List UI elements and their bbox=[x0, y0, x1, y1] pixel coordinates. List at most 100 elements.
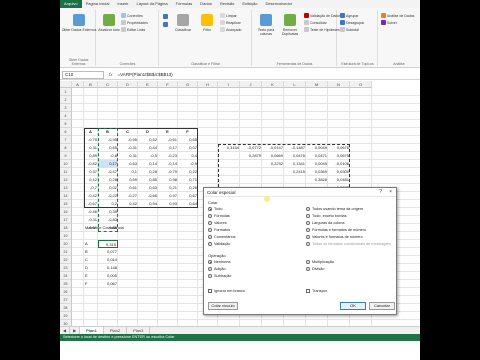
row-header-10[interactable]: 10 bbox=[60, 160, 72, 168]
validation-button[interactable]: Validação de Dados bbox=[304, 13, 341, 18]
tab-review[interactable]: Revisão bbox=[216, 0, 238, 8]
matrix-cell[interactable]: 0,0475 bbox=[284, 152, 306, 160]
covariance-value[interactable]: 0,148 bbox=[98, 264, 118, 272]
table-cell[interactable]: 0,97 bbox=[158, 192, 178, 200]
table-cell[interactable]: 0,12 bbox=[84, 176, 98, 184]
matrix-cell[interactable]: 0,0669 bbox=[262, 152, 284, 160]
refresh-all-button[interactable]: Atualizar tudo bbox=[98, 14, 120, 32]
filter-button[interactable]: Filtro bbox=[198, 14, 216, 32]
matrix-cell[interactable]: 0,0481 bbox=[328, 176, 350, 184]
tab-data[interactable]: Dados bbox=[196, 0, 216, 8]
covariance-value[interactable]: 0,014 bbox=[98, 256, 118, 264]
column-header-c[interactable]: C bbox=[98, 81, 118, 88]
row-header-20[interactable]: 20 bbox=[60, 240, 72, 248]
column-header-g[interactable]: G bbox=[178, 81, 198, 88]
paste-option[interactable]: Formatos bbox=[208, 228, 230, 232]
row-header-2[interactable]: 2 bbox=[60, 96, 72, 104]
table-cell[interactable]: 0,28 bbox=[98, 176, 118, 184]
table-cell[interactable]: -0,31 bbox=[118, 144, 138, 152]
row-header-6[interactable]: 6 bbox=[60, 128, 72, 136]
row-header-14[interactable]: 14 bbox=[60, 192, 72, 200]
table-cell[interactable]: -0,67 bbox=[84, 200, 98, 208]
row-header-24[interactable]: 24 bbox=[60, 272, 72, 280]
tab-page-layout[interactable]: Layout da Página bbox=[132, 0, 171, 8]
row-header-27[interactable]: 27 bbox=[60, 296, 72, 304]
row-header-29[interactable]: 29 bbox=[60, 312, 72, 320]
table-cell[interactable]: -0,95 bbox=[118, 136, 138, 144]
column-header-j[interactable]: J bbox=[240, 81, 262, 88]
paste-link-button[interactable]: Colar vínculo bbox=[208, 302, 238, 310]
row-header-4[interactable]: 4 bbox=[60, 112, 72, 120]
tab-view[interactable]: Exibição bbox=[238, 0, 261, 8]
table-cell[interactable]: -0,8 bbox=[98, 152, 118, 160]
table-cell[interactable]: 0,35 bbox=[98, 208, 118, 216]
table-cell[interactable]: 0,31 bbox=[118, 152, 138, 160]
matrix-cell[interactable]: 0,0471 bbox=[306, 152, 328, 160]
paste-option[interactable]: Subtração bbox=[208, 274, 231, 278]
table-cell[interactable]: 0,65 bbox=[98, 144, 118, 152]
row-header-22[interactable]: 22 bbox=[60, 256, 72, 264]
table-cell[interactable]: 0,67 bbox=[178, 192, 198, 200]
table-cell[interactable]: 0,85 bbox=[138, 176, 158, 184]
matrix-cell[interactable]: 0,3154 bbox=[218, 144, 240, 152]
table-header-cell[interactable]: A bbox=[84, 128, 98, 136]
consolidate-button[interactable]: Consolidar bbox=[304, 20, 327, 25]
table-cell[interactable]: -0,47 bbox=[98, 168, 118, 176]
table-cell[interactable]: 0,21 bbox=[158, 184, 178, 192]
row-header-12[interactable]: 12 bbox=[60, 176, 72, 184]
table-cell[interactable]: -0,11 bbox=[84, 216, 98, 224]
table-cell[interactable]: 0,94 bbox=[138, 200, 158, 208]
matrix-cell[interactable]: 0,1341 bbox=[284, 160, 306, 168]
column-header-m[interactable]: M bbox=[306, 81, 328, 88]
row-header-9[interactable]: 9 bbox=[60, 152, 72, 160]
name-box[interactable]: C10 bbox=[62, 70, 104, 79]
tab-developer[interactable]: Desenvolvedor bbox=[261, 0, 296, 8]
text-to-columns-button[interactable]: Texto para colunas bbox=[255, 14, 277, 36]
table-cell[interactable]: -0,14 bbox=[158, 160, 178, 168]
table-cell[interactable]: 0,22 bbox=[178, 168, 198, 176]
advanced-filter-button[interactable]: Avançado bbox=[220, 27, 242, 32]
row-header-8[interactable]: 8 bbox=[60, 144, 72, 152]
sort-az-button[interactable] bbox=[163, 14, 168, 19]
matrix-cell[interactable]: 0,0300 bbox=[328, 168, 350, 176]
paste-option[interactable]: Nenhuma bbox=[208, 260, 230, 264]
table-cell[interactable]: 0,4 bbox=[178, 152, 198, 160]
paste-option[interactable]: Fórmulas e formatos de número bbox=[306, 228, 366, 232]
ok-button[interactable]: OK bbox=[340, 302, 366, 310]
column-header-h[interactable]: H bbox=[198, 81, 218, 88]
sort-button[interactable]: Classificar bbox=[172, 14, 194, 32]
row-header-17[interactable]: 17 bbox=[60, 216, 72, 224]
row-header-7[interactable]: 7 bbox=[60, 136, 72, 144]
transpose-checkbox[interactable]: Transpor bbox=[306, 289, 327, 293]
paste-option[interactable]: Todos os formatos condicionais de mescla… bbox=[306, 242, 391, 246]
table-header-cell[interactable]: F bbox=[178, 128, 198, 136]
matrix-cell[interactable]: 0,2879 bbox=[240, 152, 262, 160]
table-cell[interactable]: -0,5 bbox=[138, 152, 158, 160]
table-cell[interactable]: -0,83 bbox=[98, 216, 118, 224]
paste-option[interactable]: Adição bbox=[208, 267, 226, 271]
row-header-25[interactable]: 25 bbox=[60, 280, 72, 288]
select-all-corner[interactable] bbox=[60, 81, 72, 88]
covariance-label[interactable]: B bbox=[84, 248, 98, 256]
covariance-label[interactable]: F bbox=[84, 280, 98, 288]
matrix-cell[interactable]: -0,0772 bbox=[240, 144, 262, 152]
paste-option[interactable]: Valores e formatos de número bbox=[306, 235, 363, 239]
table-header-cell[interactable]: D bbox=[138, 128, 158, 136]
table-cell[interactable]: -0,82 bbox=[84, 160, 98, 168]
table-header-cell[interactable]: E bbox=[158, 128, 178, 136]
help-icon[interactable]: ? bbox=[379, 188, 382, 197]
table-cell[interactable]: 0,37 bbox=[84, 168, 98, 176]
column-header-l[interactable]: L bbox=[284, 81, 306, 88]
paste-option[interactable]: Validação bbox=[208, 242, 230, 246]
tab-file[interactable]: Arquivo bbox=[60, 0, 82, 8]
table-cell[interactable]: 0,17 bbox=[98, 160, 118, 168]
row-header-16[interactable]: 16 bbox=[60, 208, 72, 216]
table-cell[interactable]: 0,28 bbox=[138, 168, 158, 176]
column-header-n[interactable]: N bbox=[328, 81, 350, 88]
column-header-k[interactable]: K bbox=[262, 81, 284, 88]
table-cell[interactable]: 0,07 bbox=[178, 144, 198, 152]
paste-option[interactable]: Divisão bbox=[306, 267, 324, 271]
row-header-23[interactable]: 23 bbox=[60, 264, 72, 272]
table-cell[interactable]: 0,31 bbox=[84, 144, 98, 152]
data-analysis-button[interactable]: Análise de Dados bbox=[381, 13, 414, 18]
